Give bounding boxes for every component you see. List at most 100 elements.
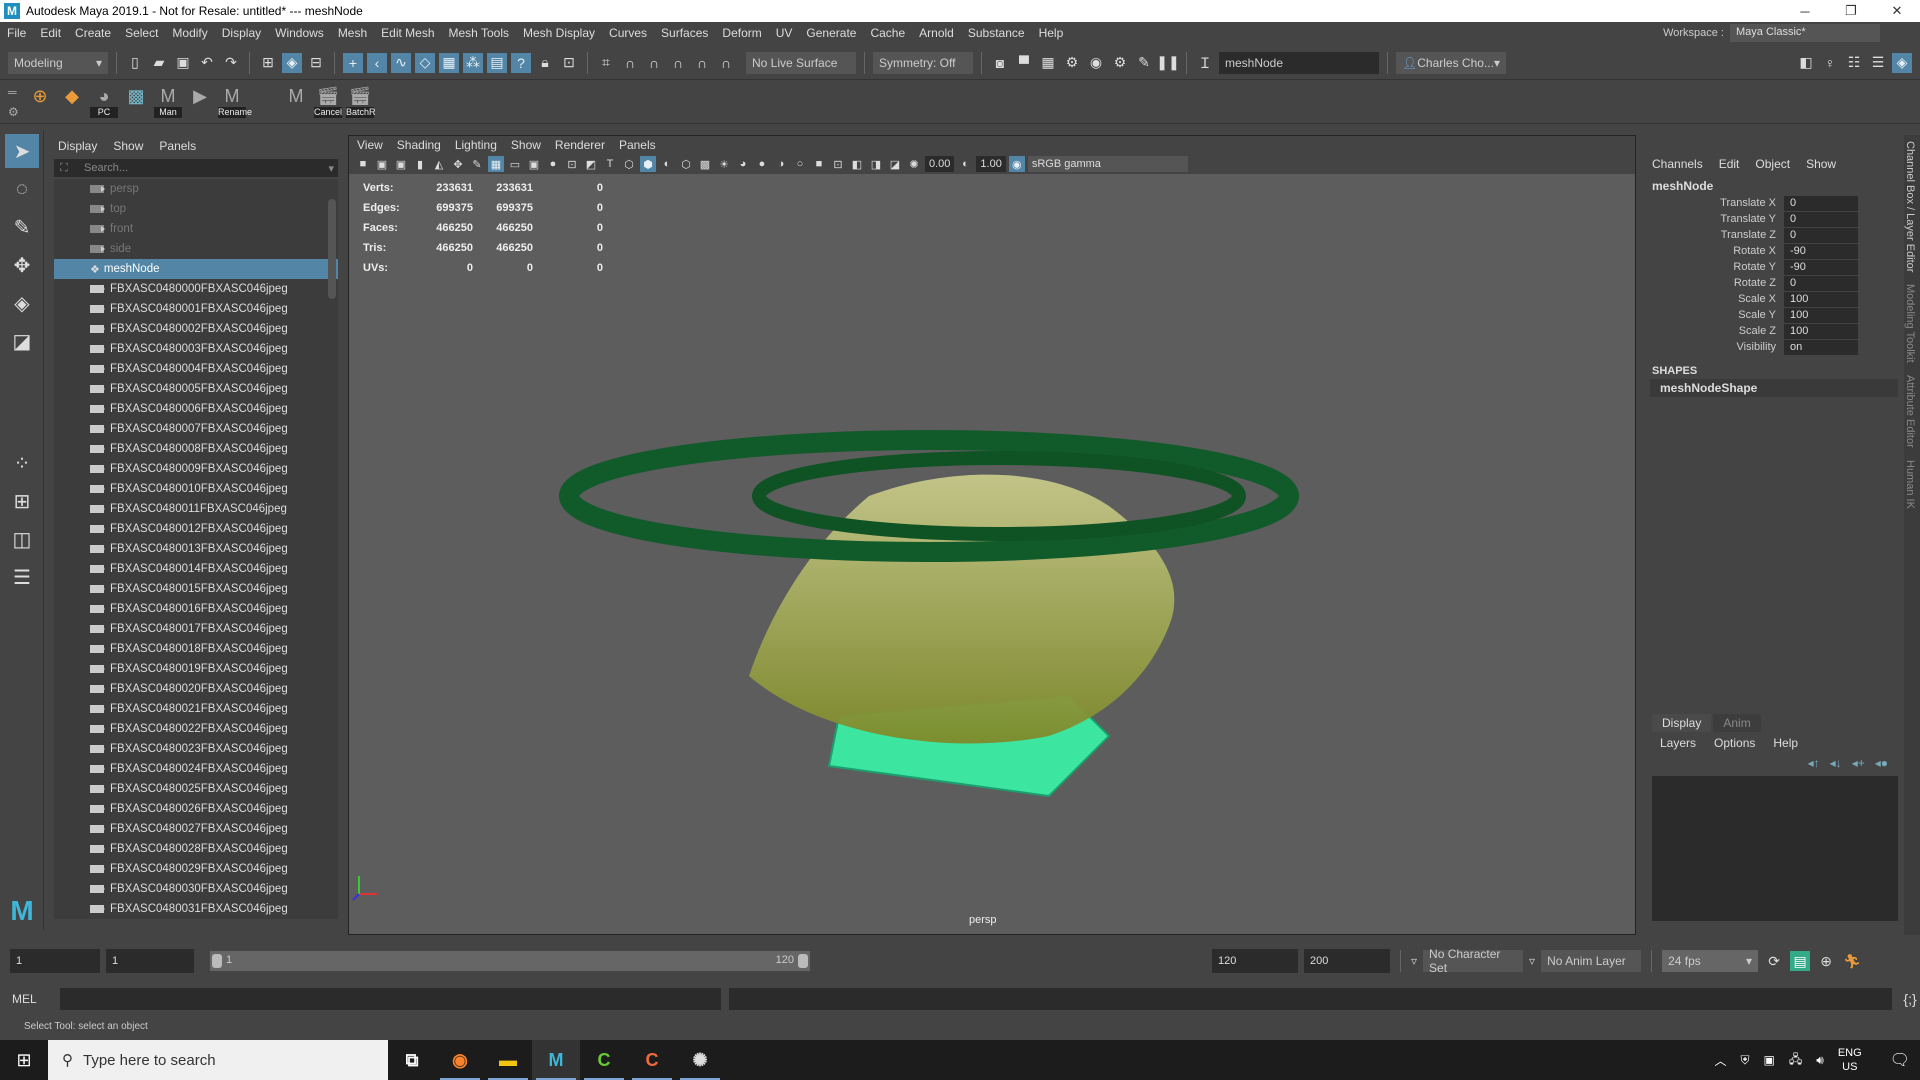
menu-help[interactable]: Help [1032,26,1071,40]
menu-cache[interactable]: Cache [863,26,912,40]
chevron-down-icon[interactable]: ▿ [1529,954,1535,968]
render-settings-icon[interactable]: ⚙ [1062,53,1082,73]
channel-value[interactable]: 100 [1784,307,1858,323]
channel-value[interactable]: -90 [1784,243,1858,259]
checker-icon[interactable]: ▩ [122,86,150,118]
select-deformation-icon[interactable]: ▦ [439,52,459,73]
color-space-dropdown[interactable]: sRGB gamma [1027,156,1188,172]
motion-blur-icon[interactable]: ◑ [773,156,789,172]
outliner-item[interactable]: FBXASC0480028FBXASC046jpeg [54,839,338,859]
chevron-down-icon[interactable]: ▾ [328,162,334,175]
wireframe-icon[interactable]: ⬡ [621,156,637,172]
menu-mesh[interactable]: Mesh [331,26,374,40]
menu-uv[interactable]: UV [769,26,800,40]
outliner-item[interactable]: FBXASC0480011FBXASC046jpeg [54,499,338,519]
channel-row[interactable]: Translate X0 [1644,195,1904,211]
shelf-button-cancel[interactable]: 🎬︎ Cancel [314,86,342,118]
outliner-item[interactable]: FBXASC0480006FBXASC046jpeg [54,399,338,419]
outliner-item[interactable]: FBXASC0480021FBXASC046jpeg [54,699,338,719]
show-hidden-icons[interactable]: ︿ [1715,1052,1727,1069]
menuset-dropdown[interactable]: Modeling ▾ [8,51,108,74]
script-editor-icon[interactable]: {;} [1900,989,1920,1009]
camtasia-orange-icon[interactable]: C [628,1040,676,1080]
channel-value[interactable]: -90 [1784,259,1858,275]
channel-value[interactable]: 0 [1784,227,1858,243]
auto-key-icon[interactable]: ⊕ [1816,951,1836,971]
viewport-panel[interactable]: View Shading Lighting Show Renderer Pane… [348,135,1636,935]
file-explorer-icon[interactable]: ▬ [484,1040,532,1080]
fps-dropdown[interactable]: 24 fps ▾ [1662,950,1759,972]
animation-preferences-icon[interactable]: 🏃︎ [1842,951,1862,971]
shelf-options[interactable]: ═ ⚙ [8,85,22,119]
shelf-tabs-icon[interactable]: ═ [8,85,22,99]
maximize-button[interactable]: ❐ [1828,0,1874,22]
select-curve-icon[interactable]: ∿ [391,52,411,73]
outliner-item[interactable]: FBXASC0480012FBXASC046jpeg [54,519,338,539]
tab-attribute-editor[interactable]: Attribute Editor [1904,369,1916,454]
safe-title-icon[interactable]: T [602,156,618,172]
xray-active-icon[interactable]: ◪ [887,156,903,172]
live-surface-field[interactable]: No Live Surface [746,51,856,74]
outliner-item[interactable]: FBXASC0480002FBXASC046jpeg [54,319,338,339]
light-editor-icon[interactable]: ✎ [1134,53,1154,73]
shelf-diamond-icon[interactable]: ◆ [58,86,86,118]
channel-name[interactable]: Rotate X [1644,245,1784,257]
move-layer-up-icon[interactable]: ◂↑ [1808,756,1820,770]
viewport-menu-panels[interactable]: Panels [619,138,656,152]
layer-tab-anim[interactable]: Anim [1713,714,1761,732]
hypershade-icon[interactable]: ◉ [1086,53,1106,73]
channel-row[interactable]: Visibility on [1644,339,1904,355]
gate-mask-icon[interactable]: ● [545,156,561,172]
menu-modify[interactable]: Modify [165,26,214,40]
shelf-gear-icon[interactable]: ⚙ [8,105,22,119]
channel-name[interactable]: Translate X [1644,197,1784,209]
render-view-icon[interactable]: ▀ [1014,53,1034,73]
outliner-item[interactable]: FBXASC0480030FBXASC046jpeg [54,879,338,899]
camera-lock-icon[interactable]: ▣ [374,156,390,172]
grid-icon[interactable]: ▦ [488,156,504,172]
cached-playback-icon[interactable]: ▤ [1790,951,1811,971]
lasso-tool-icon[interactable]: ◌ [5,172,39,206]
menu-windows[interactable]: Windows [268,26,331,40]
ambient-occlusion-icon[interactable]: ● [754,156,770,172]
snap-curve-icon[interactable]: ∩ [620,53,640,73]
character-set-dropdown[interactable]: No Character Set [1423,947,1524,975]
channel-name[interactable]: Scale Y [1644,309,1784,321]
outliner-item[interactable]: FBXASC0480001FBXASC046jpeg [54,299,338,319]
snap-surface-icon[interactable]: ∩ [692,53,712,73]
exposure-icon[interactable]: ✺ [906,156,922,172]
time-range-bar[interactable]: 1 120 [210,951,810,971]
channel-row[interactable]: Scale Y 100 [1644,307,1904,323]
channel-name[interactable]: Visibility [1644,341,1784,353]
menu-curves[interactable]: Curves [602,26,654,40]
2d-pan-zoom-icon[interactable]: ✥ [450,156,466,172]
menu-create[interactable]: Create [68,26,118,40]
channel-name[interactable]: Rotate Z [1644,277,1784,289]
open-scene-icon[interactable]: ▰ [149,53,169,73]
shelf-button-man[interactable]: M Man [154,86,182,118]
select-object-icon[interactable]: ◈ [282,52,302,73]
layer-list[interactable] [1652,776,1898,921]
shape-node-item[interactable]: meshNodeShape [1650,379,1898,397]
outliner-item[interactable]: FBXASC0480007FBXASC046jpeg [54,419,338,439]
xray-joints-icon[interactable]: ◨ [868,156,884,172]
layer-menu-layers[interactable]: Layers [1660,736,1696,750]
input-language[interactable]: ENG US [1838,1046,1862,1074]
viewport-menu-lighting[interactable]: Lighting [455,138,497,152]
outliner-item[interactable]: persp [54,179,338,199]
channel-row[interactable]: Translate Z0 [1644,227,1904,243]
select-dynamic-icon[interactable]: ⁂ [463,52,483,73]
name-field[interactable]: meshNode [1219,51,1379,74]
menu-file[interactable]: File [0,26,33,40]
smooth-shade-icon[interactable]: ⬢ [640,156,656,172]
tab-human-ik[interactable]: Human IK [1904,454,1916,515]
channel-name[interactable]: Scale Z [1644,325,1784,337]
menu-arnold[interactable]: Arnold [912,26,961,40]
minimize-button[interactable]: ─ [1782,0,1828,22]
menu-select[interactable]: Select [118,26,165,40]
symmetry-dropdown[interactable]: Symmetry: Off [873,51,973,74]
network-icon[interactable]: 🖧︎ [1789,1050,1802,1071]
select-handle-icon[interactable]: + [343,52,363,73]
user-account-dropdown[interactable]: 👤︎ Charles Cho... ▾ [1396,51,1506,74]
xray-icon[interactable]: ◧ [849,156,865,172]
